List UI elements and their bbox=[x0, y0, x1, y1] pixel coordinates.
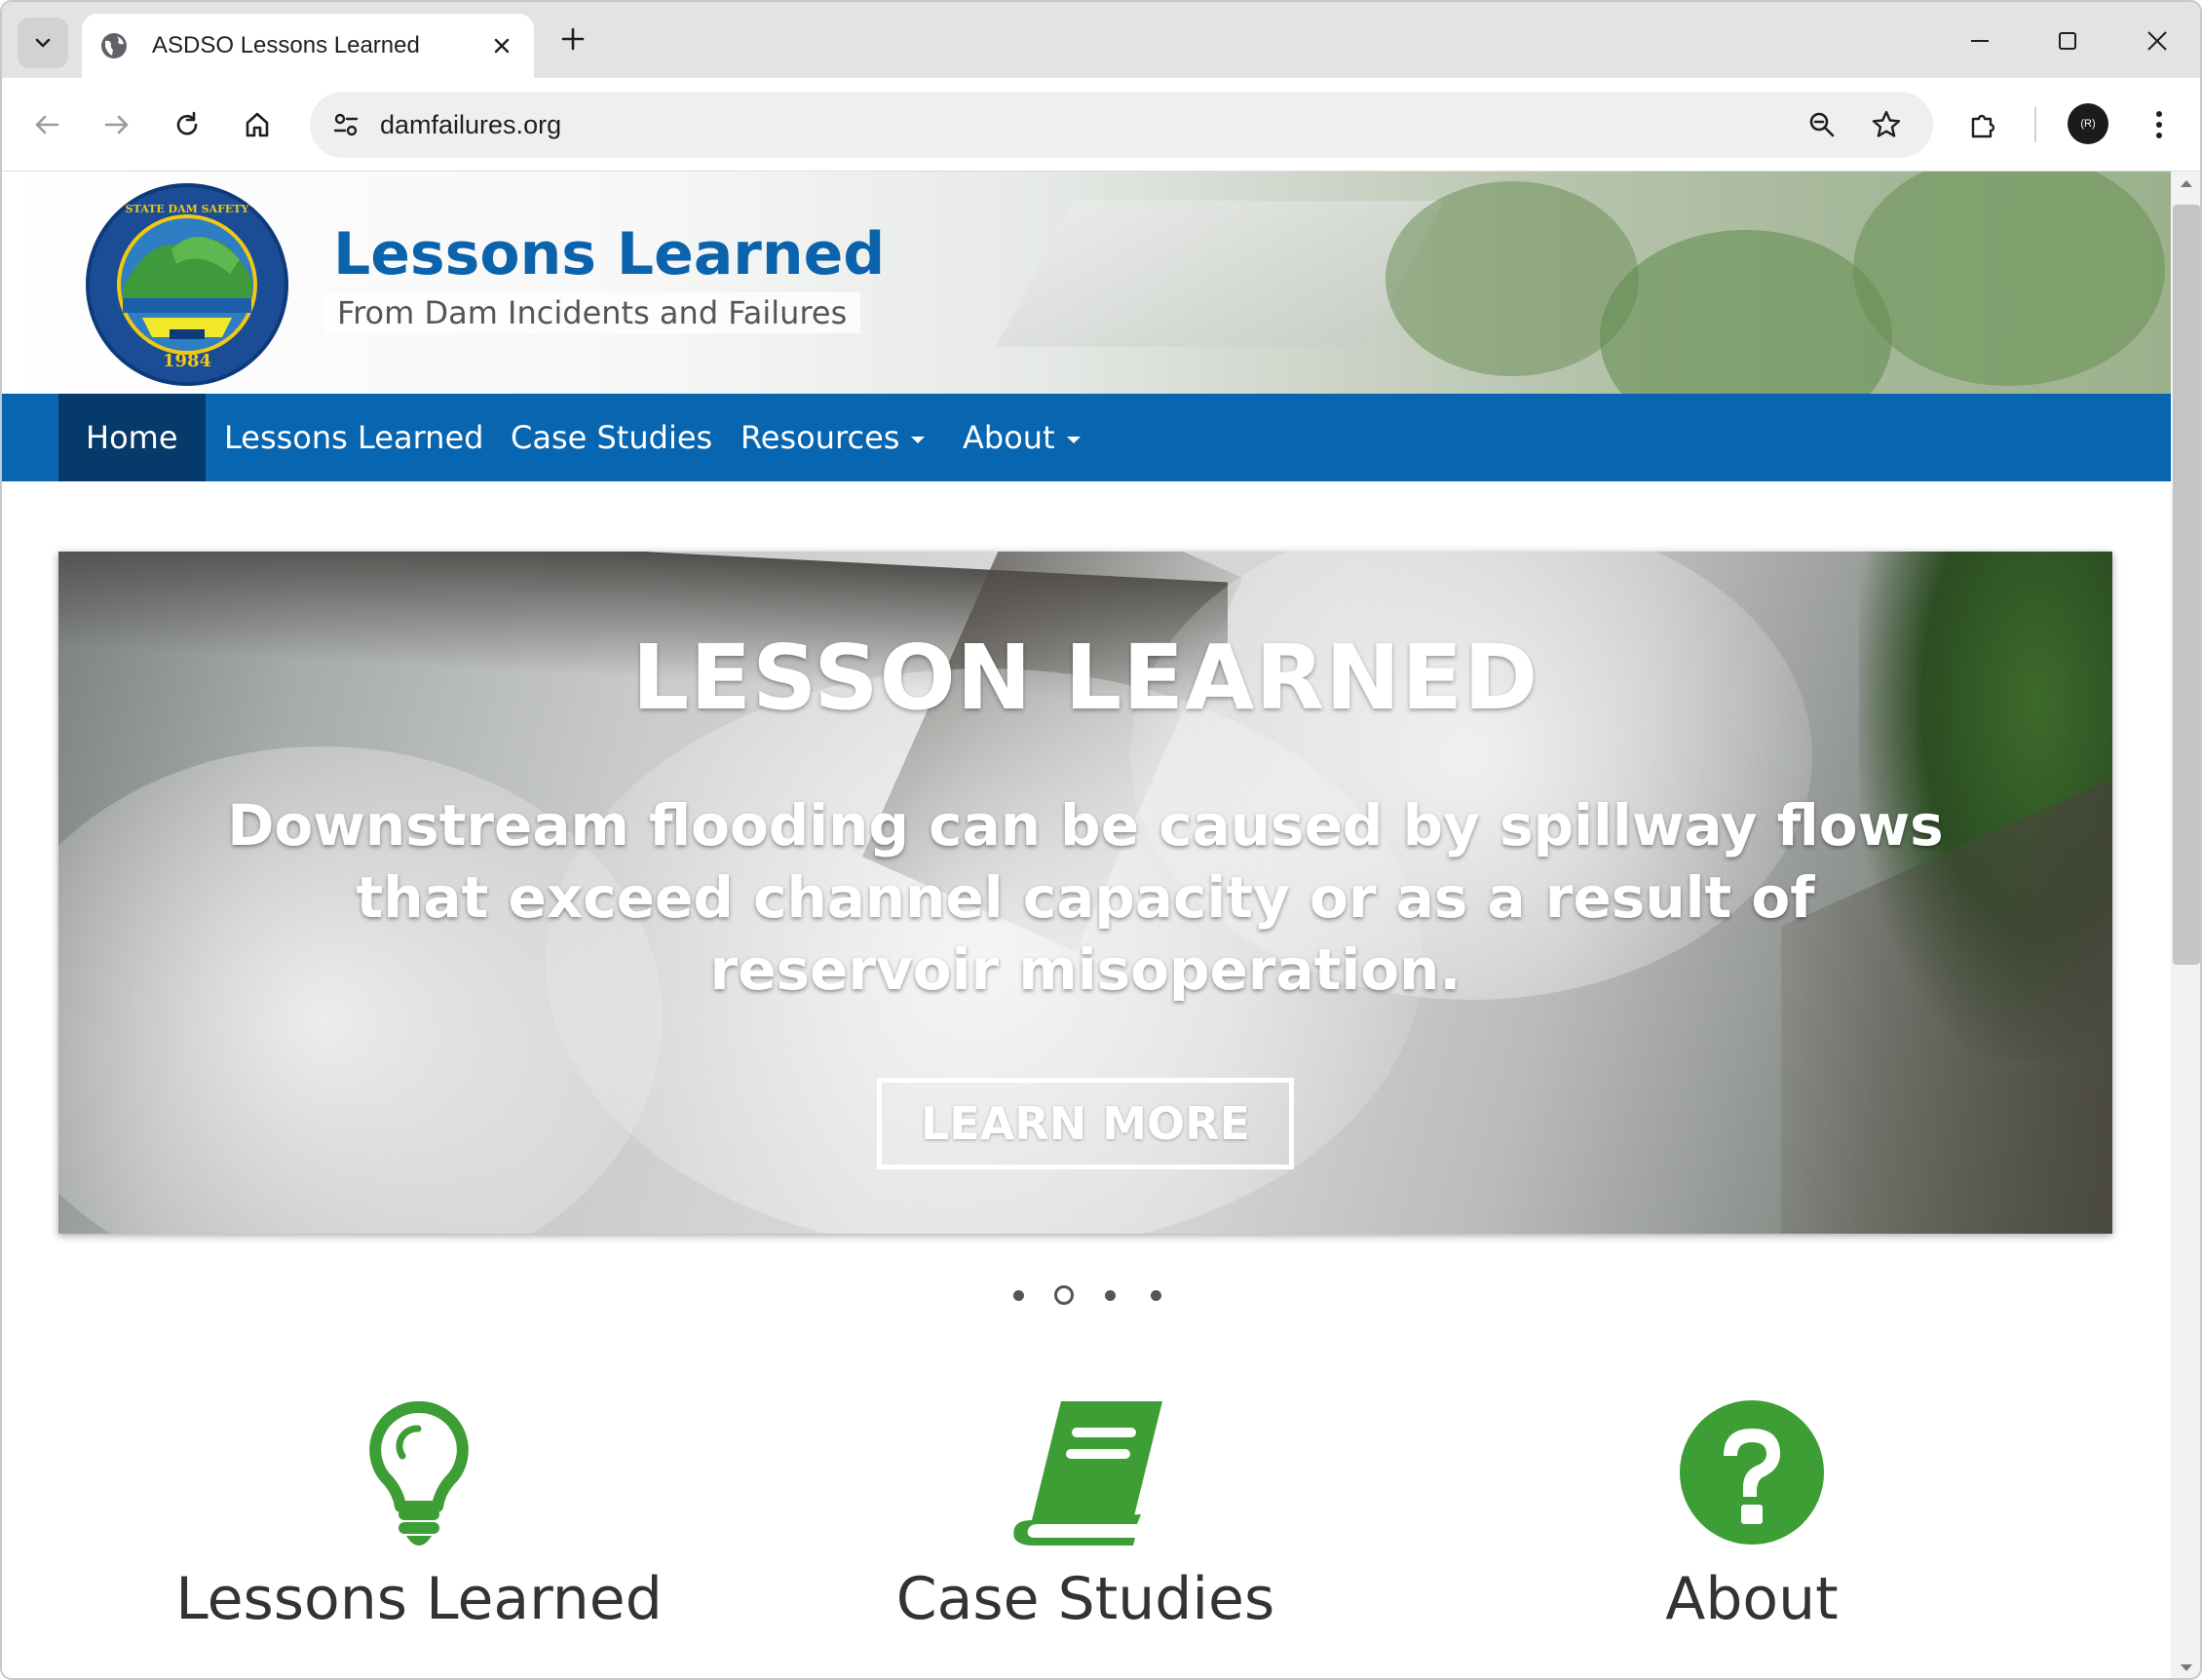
page-scrollbar[interactable] bbox=[2171, 172, 2200, 1678]
home-icon bbox=[246, 112, 269, 137]
profile-avatar[interactable]: (R) bbox=[2068, 103, 2108, 144]
reload-icon bbox=[176, 111, 198, 135]
close-tab-icon[interactable] bbox=[487, 31, 516, 60]
zoom-button[interactable] bbox=[1803, 105, 1841, 144]
nav-item-label: Case Studies bbox=[511, 419, 713, 456]
back-button[interactable] bbox=[27, 105, 66, 144]
nav-item-home[interactable]: Home bbox=[58, 394, 206, 481]
arrow-right-icon bbox=[104, 115, 129, 134]
book-icon[interactable] bbox=[1005, 1399, 1166, 1546]
header-background-trees bbox=[1853, 172, 2165, 386]
tab-title: ASDSO Lessons Learned bbox=[152, 32, 420, 58]
globe-icon bbox=[101, 33, 127, 58]
learn-more-button[interactable]: LEARN MORE bbox=[877, 1078, 1294, 1169]
bookmark-button[interactable] bbox=[1867, 105, 1906, 144]
close-window-button[interactable] bbox=[2138, 21, 2177, 60]
tab-bar: ASDSO Lessons Learned bbox=[2, 2, 2200, 78]
tune-icon bbox=[333, 113, 359, 136]
caret-down-icon bbox=[911, 436, 926, 443]
address-bar[interactable]: damfailures.org bbox=[310, 92, 1933, 158]
nav-item-about[interactable]: About bbox=[935, 394, 1108, 481]
nav-item-lessons-learned[interactable]: Lessons Learned bbox=[197, 394, 511, 481]
carousel-heading: LESSON LEARNED bbox=[631, 626, 1539, 730]
nav-item-label: Home bbox=[86, 419, 178, 456]
close-icon bbox=[2147, 31, 2167, 51]
toolbar-separator bbox=[2034, 107, 2036, 142]
arrow-left-icon bbox=[35, 115, 59, 134]
carousel-indicator[interactable] bbox=[1105, 1290, 1116, 1301]
home-button[interactable] bbox=[238, 105, 277, 144]
site-title[interactable]: Lessons Learned bbox=[333, 220, 885, 288]
asdso-logo[interactable]: 1984 STATE DAM SAFETY bbox=[84, 181, 290, 388]
main-navbar: Home Lessons Learned Case Studies Resour… bbox=[2, 394, 2171, 481]
extensions-button[interactable] bbox=[1964, 105, 2003, 144]
puzzle-piece-icon bbox=[1971, 114, 1995, 138]
chevron-down-icon bbox=[35, 38, 51, 48]
svg-text:STATE DAM SAFETY: STATE DAM SAFETY bbox=[126, 203, 249, 215]
nav-item-label: About bbox=[963, 419, 1055, 456]
site-info-button[interactable] bbox=[323, 103, 368, 146]
carousel-indicator[interactable] bbox=[1151, 1290, 1161, 1301]
browser-window: ASDSO Lessons Learned damfailures.org (R… bbox=[0, 0, 2202, 1680]
nav-item-label: Resources bbox=[740, 419, 900, 456]
caret-down-icon bbox=[1066, 436, 1081, 443]
header-background-spillway bbox=[996, 201, 1444, 347]
lightbulb-icon[interactable] bbox=[367, 1399, 471, 1546]
browser-toolbar: damfailures.org (R) bbox=[2, 78, 2200, 172]
header-background-trees bbox=[1600, 230, 1892, 394]
hero-carousel[interactable]: LESSON LEARNED Downstream flooding can b… bbox=[58, 552, 2112, 1234]
site-subtitle: From Dam Incidents and Failures bbox=[323, 292, 861, 333]
maximize-icon bbox=[2059, 32, 2076, 50]
minimize-icon bbox=[1971, 40, 1989, 42]
browser-menu-button[interactable] bbox=[2140, 105, 2179, 144]
nav-item-label: Lessons Learned bbox=[224, 419, 484, 456]
nav-item-resources[interactable]: Resources bbox=[713, 394, 952, 481]
feature-label: Lessons Learned bbox=[175, 1565, 663, 1633]
carousel-text: Downstream flooding can be caused by spi… bbox=[227, 792, 1944, 1003]
new-tab-button[interactable] bbox=[555, 21, 590, 57]
tab-search-button[interactable] bbox=[18, 18, 68, 68]
browser-tab[interactable]: ASDSO Lessons Learned bbox=[82, 14, 534, 78]
site-header: 1984 STATE DAM SAFETY Lessons Learned Fr… bbox=[2, 172, 2171, 394]
star-icon bbox=[1872, 110, 1901, 137]
url-text[interactable]: damfailures.org bbox=[380, 92, 561, 158]
zoom-out-icon bbox=[1809, 112, 1835, 137]
scrollbar-thumb[interactable] bbox=[2173, 205, 2200, 965]
minimize-button[interactable] bbox=[1960, 21, 1999, 60]
carousel-indicator[interactable] bbox=[1013, 1290, 1024, 1301]
forward-button[interactable] bbox=[97, 105, 136, 144]
page-viewport: 1984 STATE DAM SAFETY Lessons Learned Fr… bbox=[2, 172, 2171, 1678]
nav-item-case-studies[interactable]: Case Studies bbox=[483, 394, 740, 481]
reload-button[interactable] bbox=[168, 105, 207, 144]
question-circle-icon[interactable] bbox=[1679, 1399, 1825, 1546]
carousel-indicator-active[interactable] bbox=[1054, 1285, 1074, 1305]
maximize-button[interactable] bbox=[2048, 21, 2087, 60]
carousel-indicators bbox=[1006, 1284, 1181, 1308]
scroll-up-arrow[interactable] bbox=[2171, 172, 2200, 195]
feature-label: About bbox=[1665, 1565, 1839, 1633]
scroll-down-arrow[interactable] bbox=[2171, 1657, 2200, 1678]
more-vertical-icon bbox=[2156, 111, 2162, 138]
svg-text:1984: 1984 bbox=[163, 351, 211, 371]
plus-icon bbox=[561, 27, 585, 51]
feature-label: Case Studies bbox=[895, 1565, 1275, 1633]
